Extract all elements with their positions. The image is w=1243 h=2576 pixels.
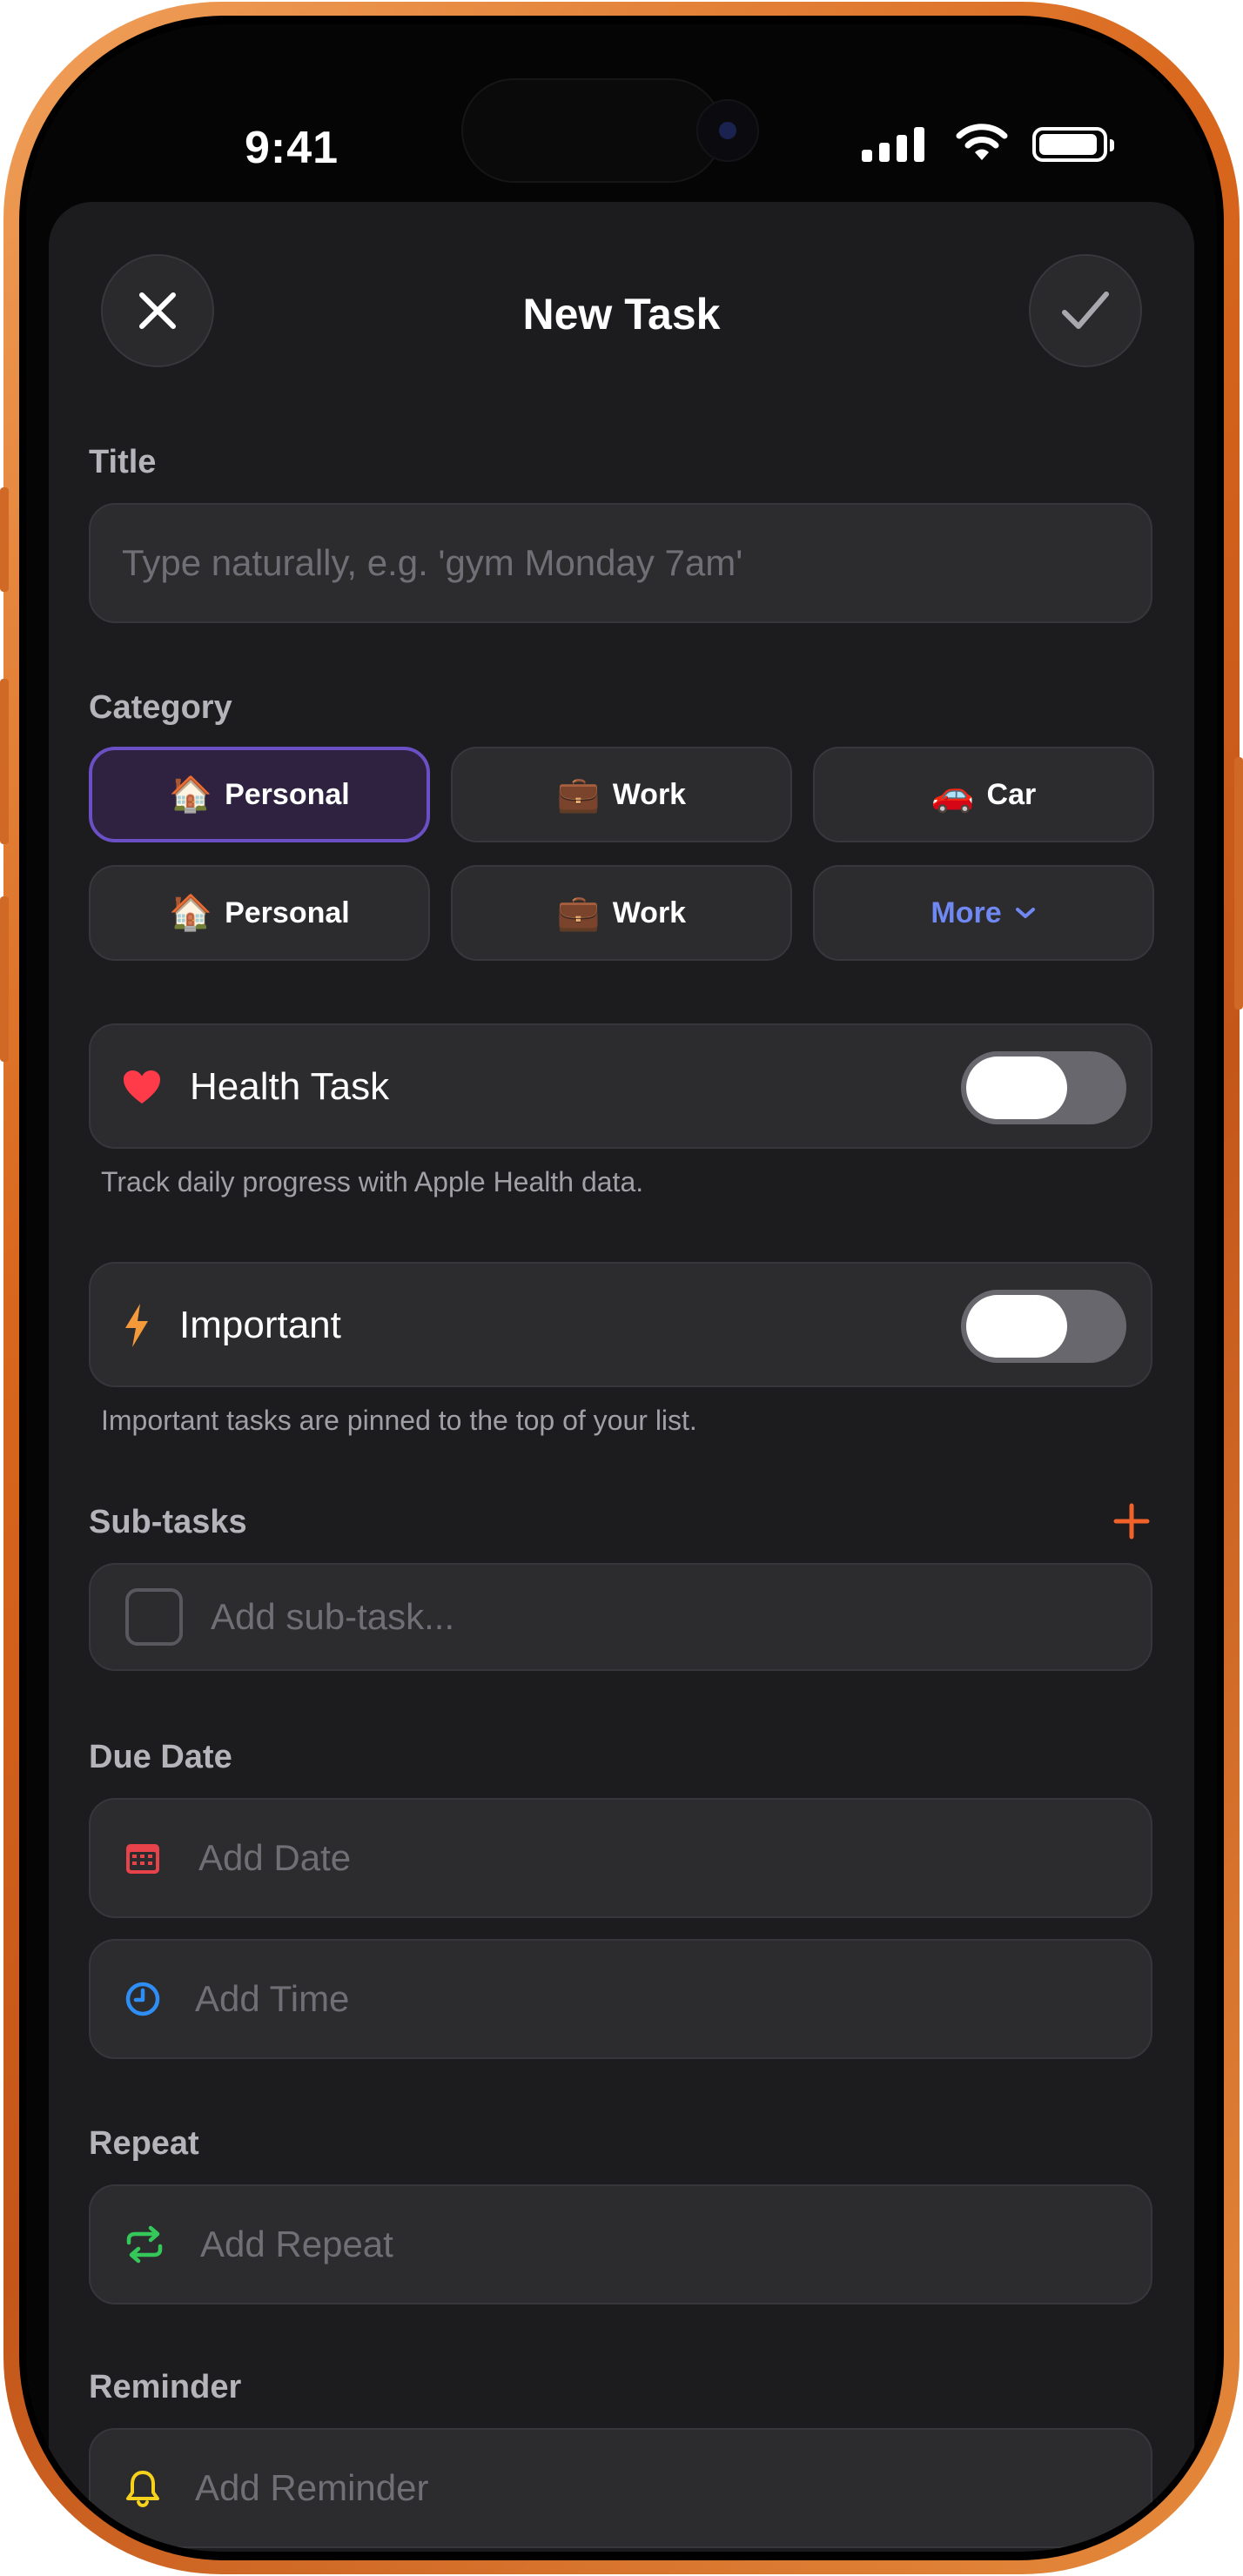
health-task-toggle[interactable] [961,1051,1126,1124]
health-task-help: Track daily progress with Apple Health d… [101,1166,644,1197]
heart-icon [124,1070,160,1104]
bolt-icon [125,1304,148,1347]
chevron-down-icon [1015,908,1035,918]
add-reminder-field[interactable]: Add Reminder [89,2428,1152,2548]
subtask-input[interactable]: Add sub-task... [89,1563,1152,1671]
more-label: More [931,896,1002,929]
volume-down-button [0,896,9,1062]
briefcase-icon: 💼 [556,775,601,814]
chip-label: Personal [225,896,350,929]
important-toggle[interactable] [961,1290,1126,1363]
chip-label: Work [612,896,687,929]
cellular-signal-icon [862,125,926,162]
subtask-placeholder: Add sub-task... [211,1596,455,1637]
bell-icon [126,2471,159,2508]
toggle-knob [966,1057,1067,1119]
health-task-label: Health Task [190,1065,390,1108]
category-chip-car[interactable]: 🚗 Car [813,747,1154,842]
briefcase-icon: 💼 [556,894,601,932]
reminder-label: Reminder [89,2369,242,2405]
category-chip-work[interactable]: 💼 Work [451,747,792,842]
status-time: 9:41 [244,123,339,173]
camera-icon [696,99,759,162]
important-row: Important [89,1262,1152,1387]
confirm-button[interactable] [1029,254,1142,367]
dynamic-island [461,78,722,183]
chip-label: Personal [225,777,350,811]
screen: 9:41 New Task Title Type naturally, e.g.… [26,24,1217,2552]
car-icon: 🚗 [931,775,975,814]
repeat-icon [126,2225,163,2264]
add-repeat-placeholder: Add Repeat [200,2224,393,2264]
volume-up-button [0,679,9,844]
title-label: Title [89,444,157,480]
calendar-icon [126,1844,159,1874]
category-label: Category [89,689,232,726]
wifi-icon [956,124,1008,160]
add-repeat-field[interactable]: Add Repeat [89,2184,1152,2304]
category-chip-personal[interactable]: 🏠 Personal [89,747,430,842]
add-time-field[interactable]: Add Time [89,1939,1152,2059]
health-task-row: Health Task [89,1023,1152,1149]
category-chip-personal-2[interactable]: 🏠 Personal [89,865,430,961]
chip-label: Work [612,777,687,811]
clock-icon [125,1982,160,2016]
add-date-placeholder: Add Date [198,1837,352,1878]
toggle-knob [966,1295,1067,1358]
house-icon: 🏠 [169,775,213,814]
action-button [0,487,9,592]
important-label: Important [179,1304,341,1346]
power-button [1234,757,1243,1010]
title-input[interactable]: Type naturally, e.g. 'gym Monday 7am' [89,503,1152,623]
checkmark-icon [1062,292,1109,329]
important-help: Important tasks are pinned to the top of… [101,1405,697,1436]
house-icon: 🏠 [169,894,213,932]
page-title: New Task [522,290,721,339]
category-chip-work-2[interactable]: 💼 Work [451,865,792,961]
add-time-placeholder: Add Time [195,1978,350,2019]
battery-icon [1032,127,1114,162]
add-reminder-placeholder: Add Reminder [195,2467,429,2508]
due-date-label: Due Date [89,1739,232,1775]
subtask-checkbox[interactable] [125,1588,183,1646]
chip-label: Car [986,777,1037,811]
repeat-label: Repeat [89,2125,199,2162]
title-placeholder: Type naturally, e.g. 'gym Monday 7am' [122,542,743,583]
subtasks-label: Sub-tasks [89,1504,247,1540]
plus-icon[interactable] [1112,1502,1151,1540]
new-task-sheet: New Task Title Type naturally, e.g. 'gym… [49,202,1194,2552]
add-date-field[interactable]: Add Date [89,1798,1152,1918]
category-more-button[interactable]: More [813,865,1154,961]
